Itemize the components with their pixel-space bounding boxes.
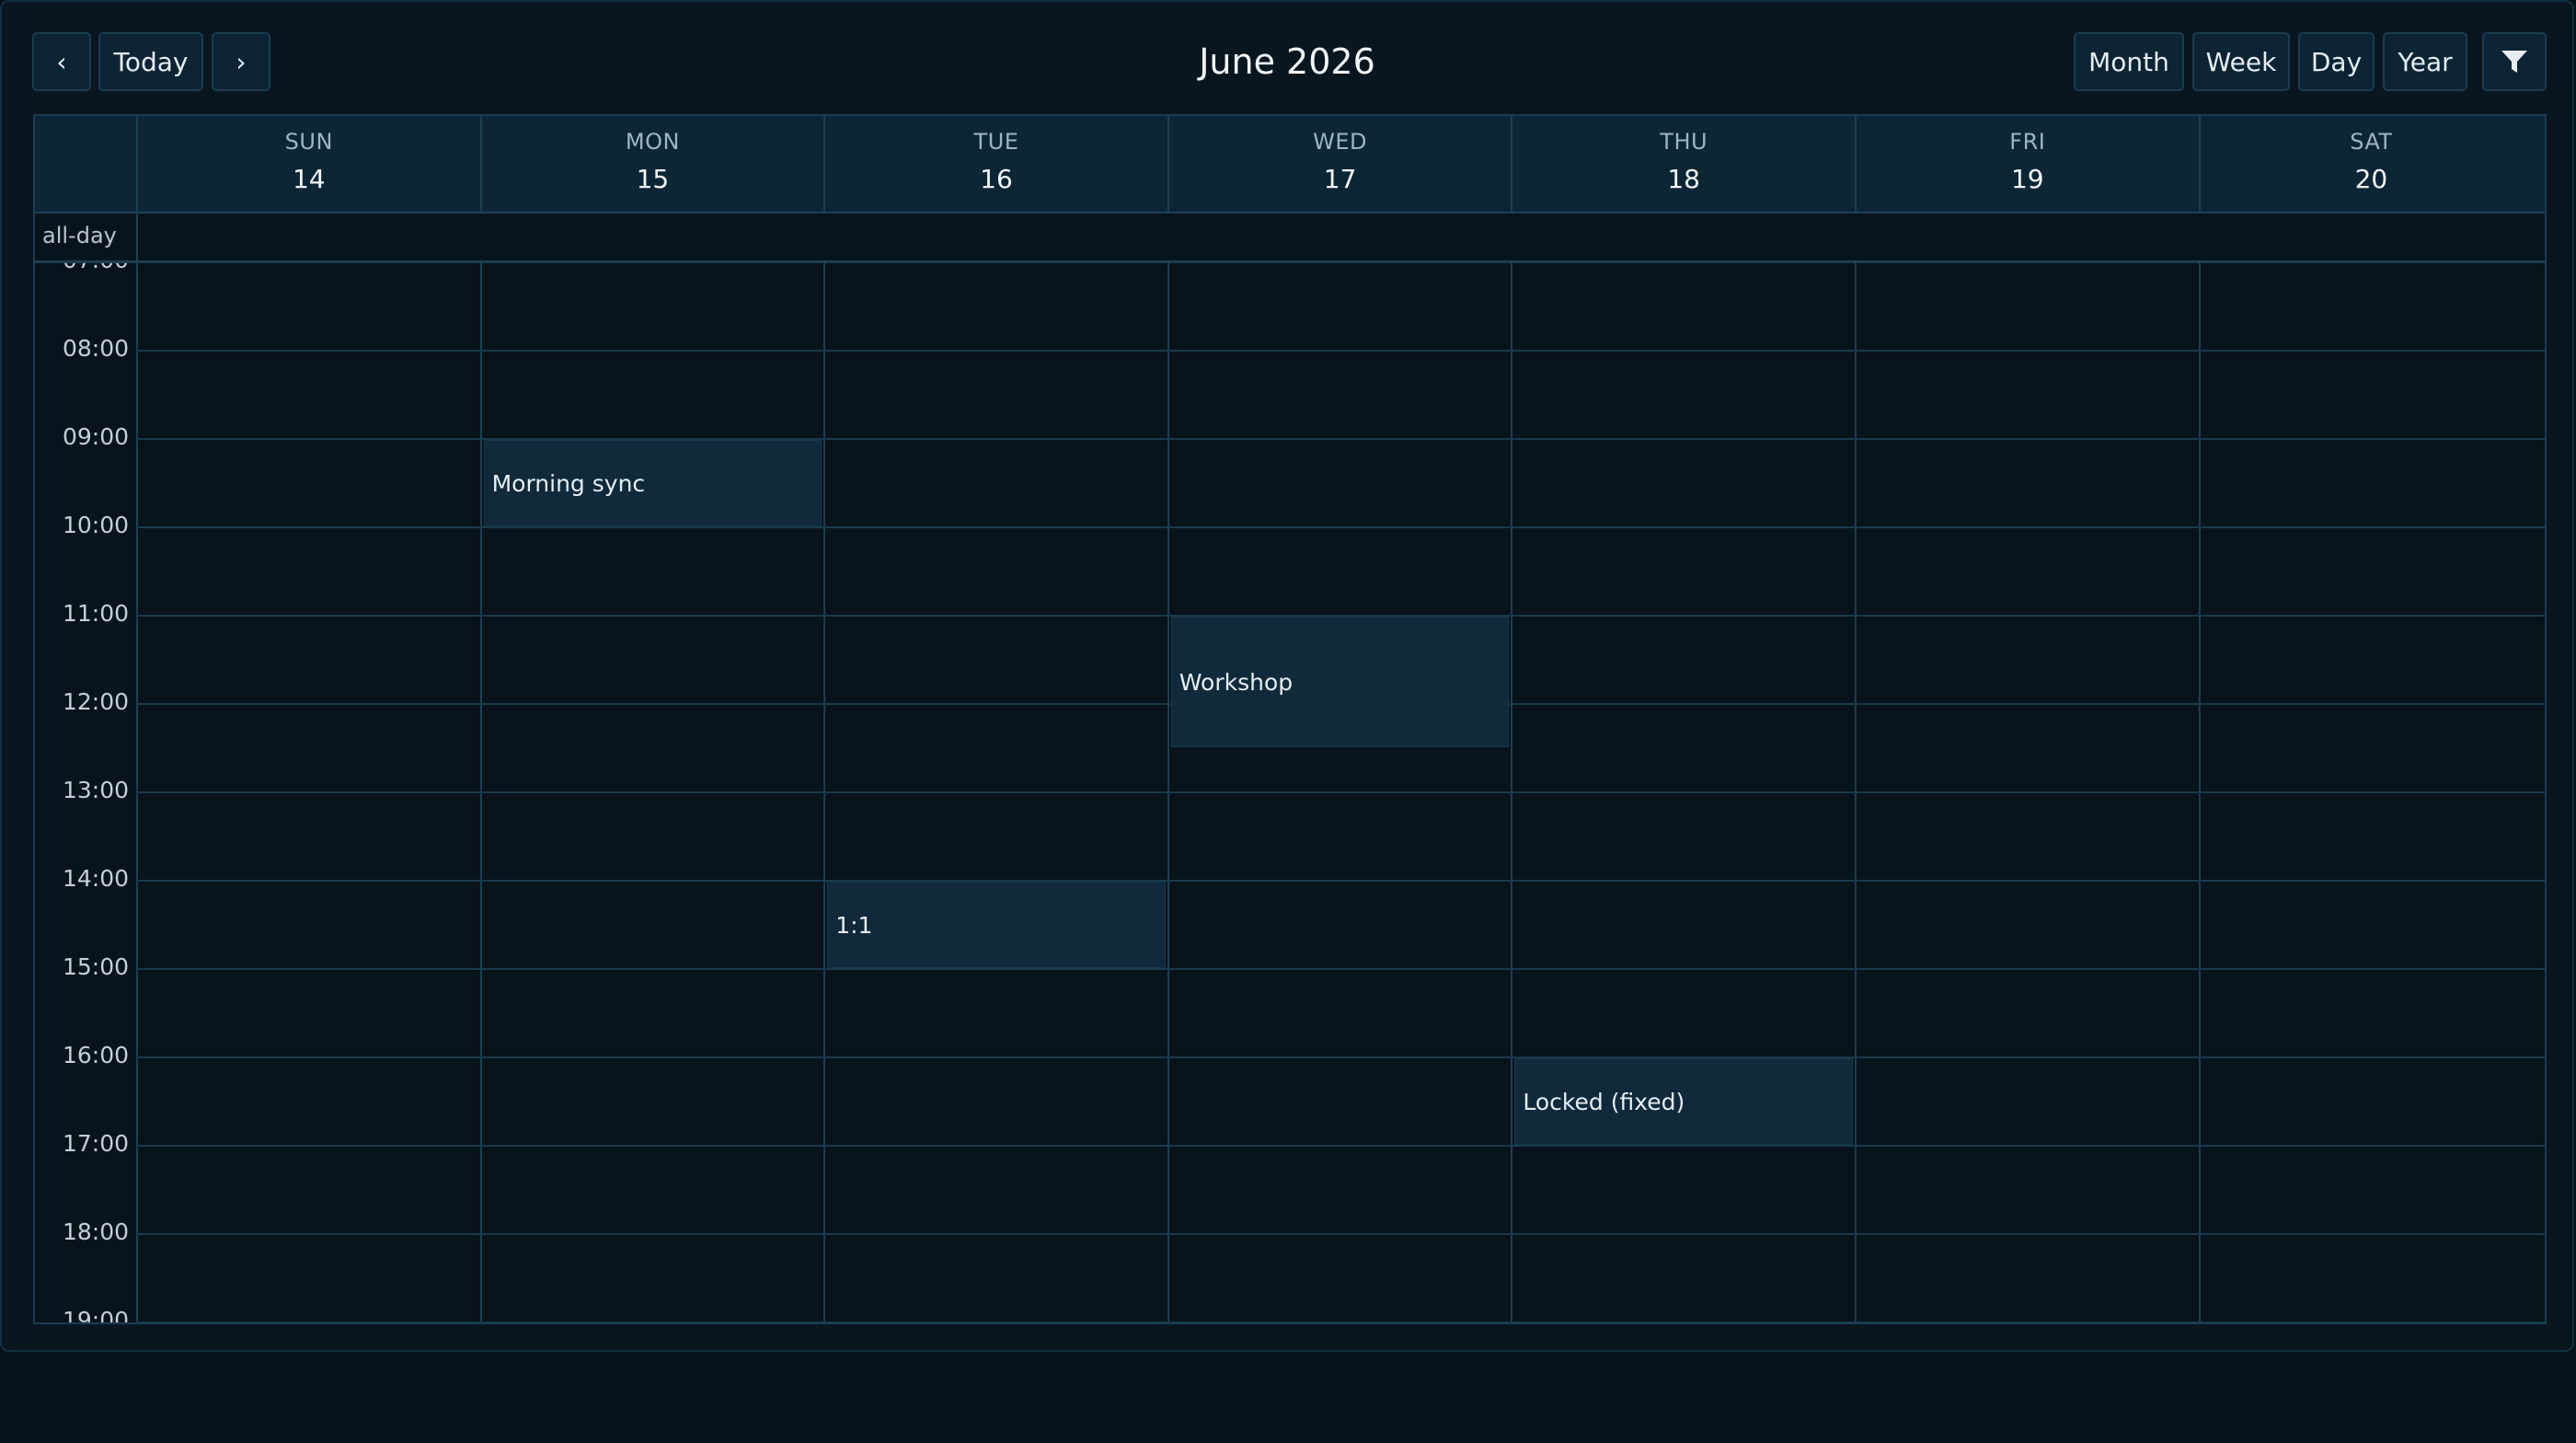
all-day-label: all-day	[42, 223, 117, 248]
day-header-mon[interactable]: MON 15	[479, 116, 824, 212]
view-day-button[interactable]: Day	[2298, 32, 2375, 91]
time-slot-label: 07:00	[35, 263, 129, 273]
toolbar: ‹ Today › June 2026 Month Week Day Year	[32, 32, 2547, 91]
time-slot-label: 12:00	[62, 688, 129, 715]
time-slot-label: 19:00	[62, 1307, 129, 1322]
filter-icon	[2501, 49, 2528, 75]
day-number-label: 16	[980, 164, 1013, 194]
view-week-button[interactable]: Week	[2192, 32, 2290, 91]
time-slot-label: 09:00	[62, 423, 129, 450]
calendar-event[interactable]: Morning sync	[483, 440, 822, 526]
time-slot-label: 11:00	[62, 600, 129, 627]
filter-button[interactable]	[2482, 32, 2547, 91]
day-number-label: 14	[292, 164, 326, 194]
time-slot-label: 15:00	[62, 953, 129, 980]
time-slot-label: 17:00	[62, 1130, 129, 1157]
day-of-week-label: THU	[1660, 129, 1708, 155]
day-header-thu[interactable]: THU 18	[1511, 116, 1855, 212]
time-grid[interactable]: 07:00 08:00 09:00 10:00 11:00 12:00 13:00 14:00…	[35, 263, 2545, 1322]
day-header-sun[interactable]: SUN 14	[136, 116, 480, 212]
time-gutter-header	[35, 116, 136, 212]
hour-gridline	[136, 1056, 2545, 1058]
time-slot-label: 10:00	[62, 512, 129, 538]
time-slot-label: 14:00	[62, 865, 129, 892]
week-calendar: SUN 14 MON 15 TUE 16 WED 17 THU 18 FRI 19 SAT 20 all-…	[33, 114, 2547, 1324]
view-month-button[interactable]: Month	[2074, 32, 2184, 91]
page-title: June 2026	[1199, 41, 1375, 82]
today-button[interactable]: Today	[98, 32, 203, 91]
calendar-app: ‹ Today › June 2026 Month Week Day Year …	[0, 0, 2574, 1352]
hour-gridline	[136, 1145, 2545, 1147]
time-slot-label: 08:00	[62, 335, 129, 362]
hour-gridline	[136, 1233, 2545, 1235]
time-slot-label: 13:00	[62, 777, 129, 803]
day-number-label: 15	[636, 164, 670, 194]
hour-gridline	[136, 880, 2545, 882]
calendar-event[interactable]: Locked (fixed)	[1514, 1058, 1853, 1145]
day-of-week-label: MON	[625, 129, 680, 155]
view-year-button[interactable]: Year	[2383, 32, 2467, 91]
day-header-sat[interactable]: SAT 20	[2198, 116, 2543, 212]
hour-gridline	[136, 350, 2545, 352]
day-number-label: 20	[2354, 164, 2388, 194]
hour-gridline	[136, 968, 2545, 970]
all-day-row: all-day	[35, 214, 2545, 263]
time-slot-label: 16:00	[62, 1042, 129, 1068]
day-number-label: 18	[1667, 164, 1700, 194]
day-header-fri[interactable]: FRI 19	[1855, 116, 2199, 212]
day-number-label: 17	[1323, 164, 1357, 194]
day-header-tue[interactable]: TUE 16	[823, 116, 1167, 212]
day-header-wed[interactable]: WED 17	[1167, 116, 1512, 212]
day-number-label: 19	[2010, 164, 2044, 194]
day-of-week-label: TUE	[973, 129, 1019, 155]
day-of-week-label: WED	[1313, 129, 1368, 155]
next-button[interactable]: ›	[212, 32, 270, 91]
day-header-row: SUN 14 MON 15 TUE 16 WED 17 THU 18 FRI 19 SAT 20	[35, 116, 2545, 214]
day-of-week-label: SAT	[2350, 129, 2393, 155]
calendar-event[interactable]: 1:1	[827, 882, 1166, 968]
prev-button[interactable]: ‹	[32, 32, 91, 91]
time-slot-label: 18:00	[62, 1218, 129, 1245]
day-of-week-label: FRI	[2009, 129, 2046, 155]
hour-gridline	[136, 791, 2545, 793]
all-day-divider	[136, 214, 138, 260]
day-of-week-label: SUN	[284, 129, 333, 155]
calendar-event[interactable]: Workshop	[1170, 617, 1510, 747]
hour-gridline	[136, 526, 2545, 528]
